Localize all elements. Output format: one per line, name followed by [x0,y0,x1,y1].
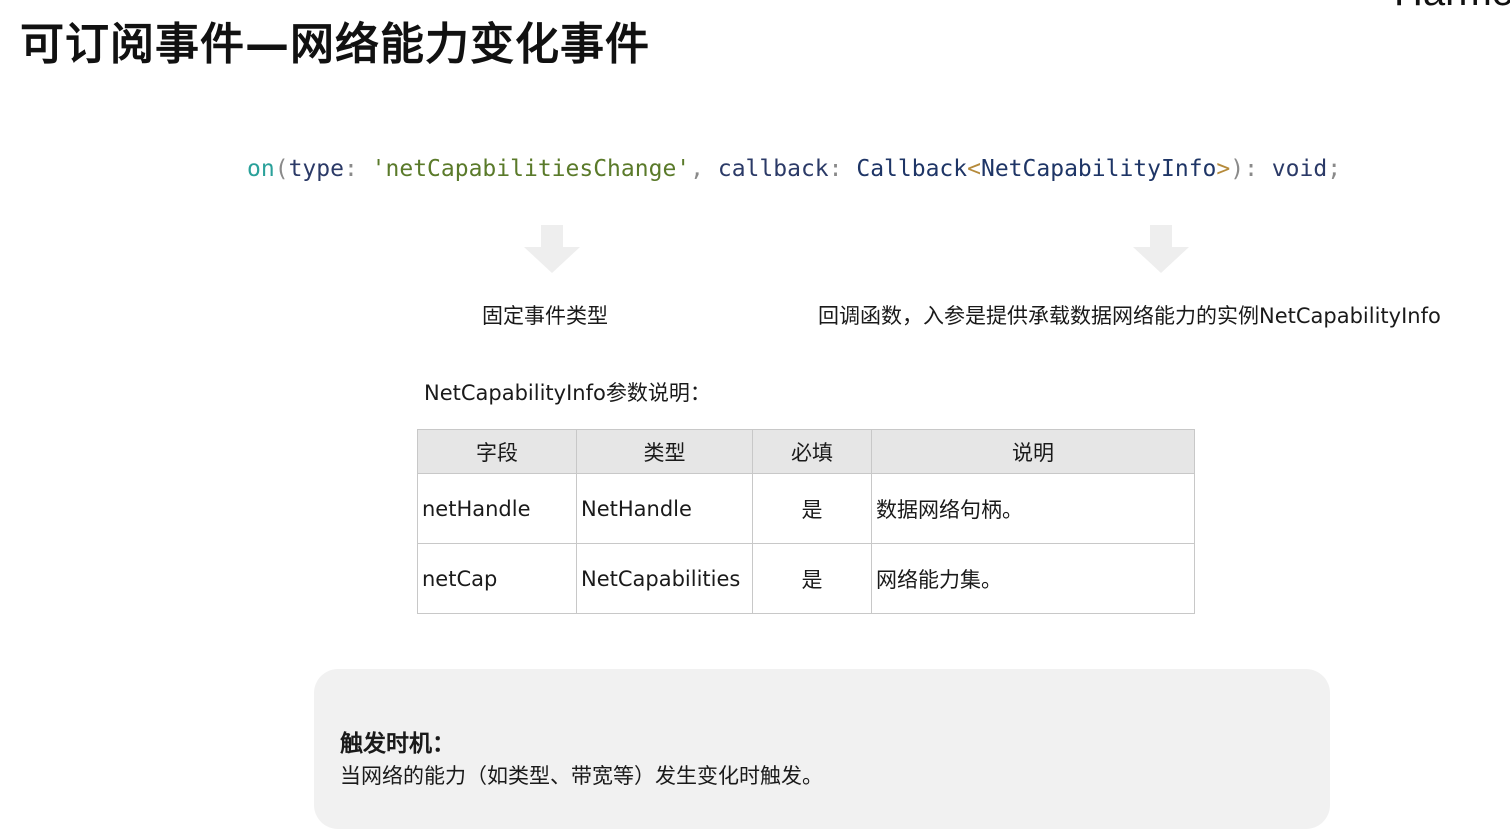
params-table: 字段 类型 必填 说明 netHandle NetHandle 是 数据网络句柄… [417,429,1195,614]
table-caption: NetCapabilityInfo参数说明： [424,381,711,405]
cell-type: NetHandle [576,473,753,544]
cell-field: netHandle [417,473,577,544]
down-arrow-icon [1133,225,1189,273]
code-angle-close: > [1216,156,1231,182]
code-colon: : [343,156,372,182]
trigger-description: 当网络的能力（如类型、带宽等）发生变化时触发。 [340,764,823,788]
code-semicolon: ; [1327,156,1342,182]
code-event-string: 'netCapabilitiesChange' [371,156,691,182]
api-signature-code: on(type: 'netCapabilitiesChange', callba… [247,156,1341,182]
cell-required: 是 [752,543,872,614]
table-row: netHandle NetHandle 是 数据网络句柄。 [417,473,1195,544]
code-param-type-name: type [288,156,344,182]
code-close-paren: ): [1230,156,1272,182]
code-function-name: on [247,156,275,182]
page-title: 可订阅事件—网络能力变化事件 [20,19,650,70]
trigger-note-box [314,669,1330,829]
header-description: 说明 [871,429,1195,474]
cell-required: 是 [752,473,872,544]
code-open-paren: ( [274,156,289,182]
code-comma: , [690,156,718,182]
trigger-heading: 触发时机： [340,731,455,757]
cell-field: netCap [417,543,577,614]
brand-logo-text: Harmo [1394,0,1510,15]
header-required: 必填 [752,429,872,474]
code-callback-type: Callback [856,156,968,182]
event-type-caption: 固定事件类型 [482,304,608,328]
header-type: 类型 [576,429,753,474]
code-param-callback-name: callback [717,156,829,182]
cell-description: 数据网络句柄。 [871,473,1195,544]
table-header-row: 字段 类型 必填 说明 [417,429,1195,474]
code-return-type: void [1271,156,1328,182]
code-generic-type: NetCapabilityInfo [980,156,1217,182]
cell-description: 网络能力集。 [871,543,1195,614]
table-row: netCap NetCapabilities 是 网络能力集。 [417,543,1195,614]
cell-type: NetCapabilities [576,543,753,614]
code-angle-open: < [967,156,981,182]
down-arrow-icon [524,225,580,273]
header-field: 字段 [417,429,577,474]
callback-caption: 回调函数，入参是提供承载数据网络能力的实例NetCapabilityInfo [818,304,1441,328]
code-colon: : [828,156,857,182]
